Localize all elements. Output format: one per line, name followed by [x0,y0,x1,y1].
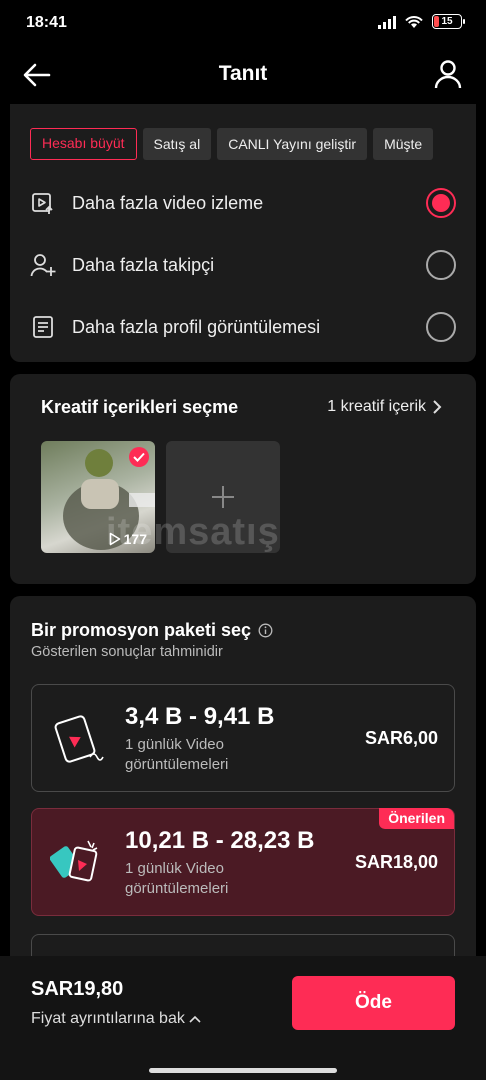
option-label: Daha fazla video izleme [72,192,264,213]
video-play-icon [32,193,53,214]
total-price: SAR19,80 [31,978,124,1000]
goal-chips: Hesabı büyüt Satış al CANLI Yayını geliş… [30,128,476,162]
package-option[interactable]: 3,4 B - 9,41 B 1 günlük Video görüntülem… [31,684,455,792]
option-more-video-views[interactable]: Daha fazla video izleme [30,183,456,223]
battery-level: 15 [441,16,453,27]
chip-grow-account[interactable]: Hesabı büyüt [30,128,137,160]
selected-check-icon [129,447,149,467]
package-range: 3,4 B - 9,41 B [125,703,275,730]
creative-count-label: 1 kreatif içerik [327,398,426,415]
creative-count-link[interactable]: 1 kreatif içerik [327,398,442,416]
price-details-label: Fiyat ayrıntılarına bak [31,1010,185,1027]
package-section-title: Bir promosyon paketi seç [31,620,273,641]
price-details-link[interactable]: Fiyat ayrıntılarına bak [31,1010,201,1028]
option-label: Daha fazla takipçi [72,254,215,275]
radio-selected[interactable] [426,188,456,218]
profile-icon[interactable] [432,58,464,90]
chip-boost-live[interactable]: CANLI Yayını geliştir [217,128,368,160]
package-desc: 1 günlük Video görüntülemeleri [125,736,229,773]
goal-card: Hesabı büyüt Satış al CANLI Yayını geliş… [10,104,476,362]
profile-doc-icon [33,316,53,338]
info-icon[interactable] [258,623,273,638]
chevron-right-icon [433,400,442,414]
package-subtitle: Gösterilen sonuçlar tahminidir [31,644,223,660]
status-icons: 15 [378,14,465,29]
chip-get-sales[interactable]: Satış al [142,128,212,160]
creative-title: Kreatif içerikleri seçme [41,397,239,417]
home-indicator [149,1068,337,1073]
package-range: 10,21 B - 28,23 B [125,827,315,854]
page-title: Tanıt [218,62,268,85]
wifi-icon [405,16,423,28]
watermark-logo: itemsatış [106,511,280,553]
package-card: Bir promosyon paketi seç Gösterilen sonu… [10,596,476,1054]
recommended-badge: Önerilen [379,808,454,829]
radio-unselected[interactable] [426,312,456,342]
package-title: Bir promosyon paketi seç [31,620,252,640]
pay-button[interactable]: Öde [292,976,455,1030]
package-price: SAR18,00 [354,852,438,872]
signal-icon [378,15,396,29]
add-user-icon [30,254,56,277]
option-more-followers[interactable]: Daha fazla takipçi [30,245,456,285]
status-time: 18:41 [26,14,67,31]
video-card-icon [54,715,104,763]
status-bar: 18:41 15 [0,0,486,46]
checkout-footer: SAR19,80 Fiyat ayrıntılarına bak Öde [0,956,486,1080]
option-label: Daha fazla profil görüntülemesi [72,316,321,337]
package-desc: 1 günlük Video görüntülemeleri [125,860,229,897]
package-price: SAR6,00 [364,728,438,748]
battery-icon: 15 [432,14,465,29]
plus-icon [212,486,234,508]
top-header: Tanıt [0,46,486,104]
package-option-recommended[interactable]: Önerilen 10,21 B - 28,23 B 1 günlük Vide… [31,808,455,916]
radio-unselected[interactable] [426,250,456,280]
chip-customers[interactable]: Müşte [373,128,434,160]
video-cards-icon [50,840,98,882]
creative-card: Kreatif içerikleri seçme 1 kreatif içeri… [10,374,476,584]
option-more-profile-views[interactable]: Daha fazla profil görüntülemesi [30,307,456,347]
chevron-up-icon [189,1015,201,1023]
